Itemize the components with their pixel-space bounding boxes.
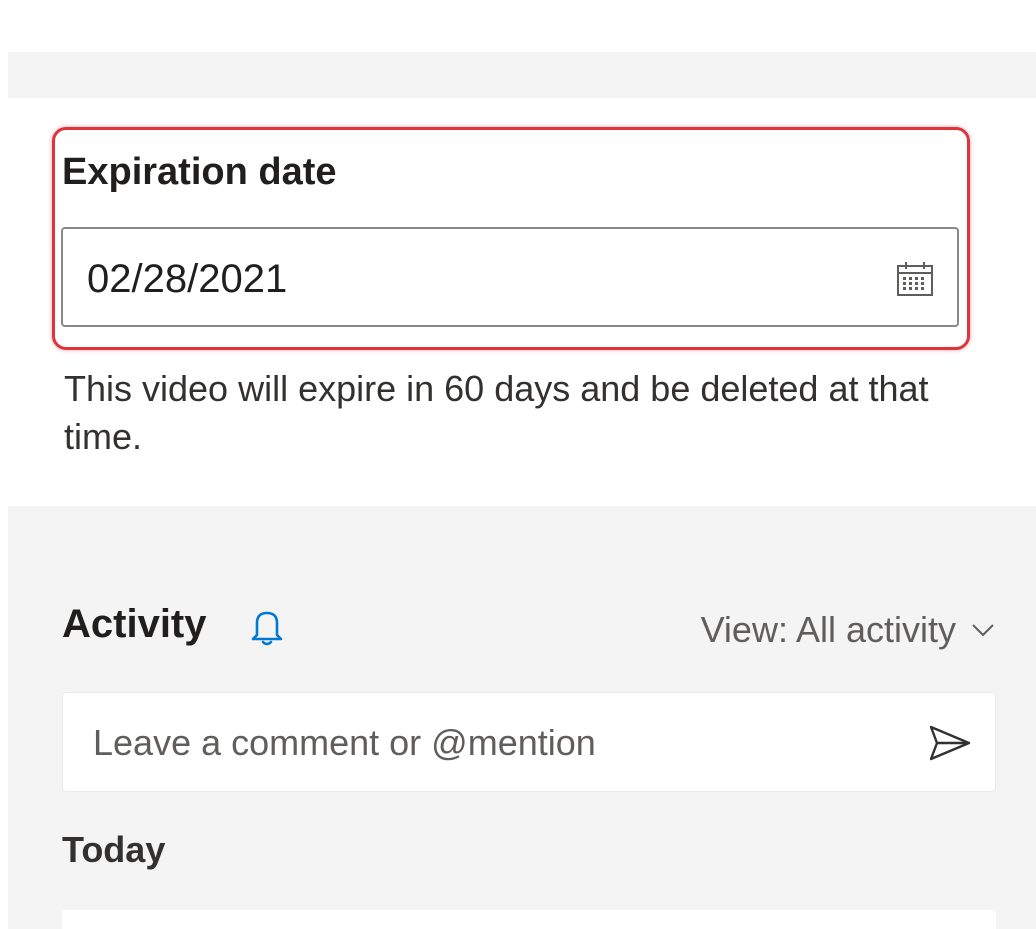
activity-title: Activity <box>62 602 207 646</box>
expiration-date-label: Expiration date <box>62 151 337 193</box>
bell-icon[interactable] <box>244 604 290 650</box>
activity-panel: Activity View: All activity Today <box>8 506 1036 929</box>
chevron-down-icon <box>972 624 994 637</box>
view-filter-dropdown[interactable]: View: All activity <box>701 608 998 652</box>
activity-card <box>62 910 996 929</box>
expiration-hint: This video will expire in 60 days and be… <box>64 368 929 457</box>
view-filter-label: View: All activity <box>700 609 956 650</box>
send-icon[interactable] <box>927 721 973 765</box>
expiration-date-field[interactable]: 02/28/2021 <box>61 227 959 327</box>
top-band <box>8 52 1036 98</box>
today-label: Today <box>62 829 166 870</box>
calendar-icon[interactable] <box>895 259 935 299</box>
expiration-date-value[interactable]: 02/28/2021 <box>87 255 287 303</box>
page: Expiration date 02/28/2021 This video wi… <box>0 0 1036 929</box>
comment-input[interactable] <box>93 717 873 769</box>
comment-box <box>62 692 996 792</box>
